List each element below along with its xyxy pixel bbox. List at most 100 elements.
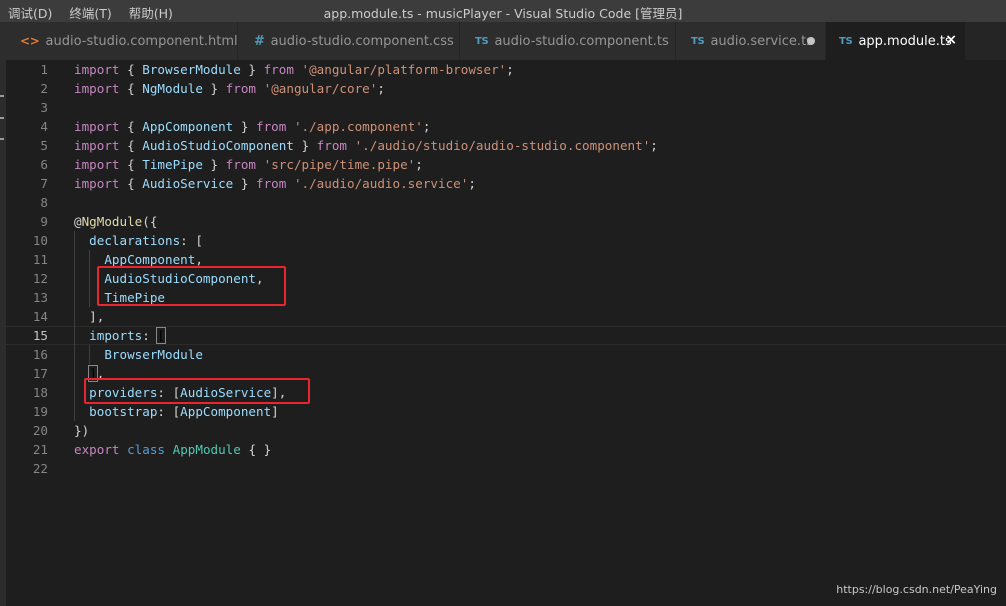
activity-marker (0, 138, 4, 140)
code-token: from (316, 138, 347, 153)
code-token: } (202, 157, 226, 172)
code-text[interactable]: export class AppModule { } (74, 440, 271, 459)
code-text[interactable]: imports: [ (74, 327, 166, 344)
tab-audio-studio-component-css[interactable]: # audio-studio.component.css (238, 22, 460, 60)
code-text[interactable]: BrowserModule (74, 345, 203, 364)
editor-tab-bar: <> audio-studio.component.html # audio-s… (0, 22, 1006, 60)
code-line[interactable]: 14 ], (6, 307, 1006, 326)
unsaved-dot-icon[interactable] (807, 37, 815, 45)
code-token: { (119, 176, 143, 191)
line-number: 12 (32, 271, 48, 286)
code-token: { (119, 81, 143, 96)
code-token: AppComponent (180, 404, 272, 419)
line-number: 14 (32, 309, 48, 324)
code-line[interactable]: 5 import { AudioStudioComponent } from '.… (6, 136, 1006, 155)
close-icon[interactable]: × (945, 32, 957, 48)
watermark: https://blog.csdn.net/PeaYing (836, 583, 997, 596)
code-token: : (142, 328, 158, 343)
indent-guide (74, 231, 75, 421)
code-text[interactable]: import { AudioService } from './audio/au… (74, 174, 476, 193)
css-file-icon: # (254, 33, 265, 49)
code-token: BrowserModule (104, 347, 203, 362)
code-token: TimePipe (142, 157, 203, 172)
code-line[interactable]: 21 export class AppModule { } (6, 440, 1006, 459)
indent-guide (89, 345, 90, 364)
tab-audio-studio-component-ts[interactable]: TS audio-studio.component.ts (460, 22, 676, 60)
code-token: } (233, 176, 256, 191)
tab-label: audio-studio.component.ts (494, 33, 669, 49)
code-text[interactable]: declarations: [ (74, 231, 203, 250)
line-number: 1 (40, 62, 48, 77)
code-token: }) (74, 423, 90, 438)
code-token: from (225, 157, 257, 172)
code-line[interactable]: 9 @NgModule({ (6, 212, 1006, 231)
line-number: 19 (32, 404, 48, 419)
title-bar: 调试(D) 终端(T) 帮助(H) app.module.ts - musicP… (0, 0, 1006, 22)
code-token: ; (506, 62, 514, 77)
code-token: declarations (89, 233, 181, 248)
code-token: ({ (142, 214, 158, 229)
tab-label: app.module.ts (858, 33, 952, 49)
code-text[interactable]: @NgModule({ (74, 212, 157, 231)
code-line[interactable]: 7 import { AudioService } from './audio/a… (6, 174, 1006, 193)
code-editor[interactable]: 22 21 export class AppModule { } 20}) 19 boo… (6, 60, 1006, 606)
code-text[interactable]: import { NgModule } from '@angular/core'… (74, 79, 385, 98)
code-line[interactable]: 1 import { BrowserModule } from '@angular… (6, 60, 1006, 79)
code-line[interactable]: 20}) (6, 421, 1006, 440)
code-line[interactable]: 16 BrowserModule (6, 345, 1006, 364)
line-number: 15 (32, 328, 48, 343)
tab-audio-service-ts[interactable]: TS audio.service.ts (676, 22, 826, 60)
code-token: NgModule (142, 81, 203, 96)
code-token: ; (422, 119, 431, 134)
code-token: : [ (180, 233, 203, 248)
code-text[interactable]: }) (74, 421, 89, 440)
code-token: class (127, 442, 166, 457)
tab-app-module-ts[interactable]: TS app.module.ts × (826, 22, 966, 60)
tab-audio-studio-component-html[interactable]: <> audio-studio.component.html (0, 22, 238, 60)
code-token: ], (74, 309, 105, 324)
typescript-file-icon: TS (691, 35, 705, 47)
code-line[interactable]: 15 imports: [ (6, 326, 1006, 345)
code-line[interactable]: 10 declarations: [ (6, 231, 1006, 250)
tab-label: audio-studio.component.css (270, 33, 454, 49)
line-number: 6 (40, 157, 48, 172)
code-token: import (74, 119, 120, 134)
code-line[interactable]: 8 (6, 193, 1006, 212)
code-token: NgModule (81, 214, 143, 229)
code-line[interactable]: 3 (6, 98, 1006, 117)
code-token: ; (377, 81, 385, 96)
code-token: } (293, 138, 317, 153)
code-text[interactable]: import { AppComponent } from './app.comp… (74, 117, 430, 136)
code-text[interactable]: ], (74, 307, 104, 326)
code-token: AppComponent (104, 252, 196, 267)
code-line[interactable]: 19 bootstrap: [AppComponent] (6, 402, 1006, 421)
code-line[interactable]: 4 import { AppComponent } from './app.com… (6, 117, 1006, 136)
line-number: 16 (32, 347, 48, 362)
code-line[interactable]: 2 import { NgModule } from '@angular/core… (6, 79, 1006, 98)
line-number: 2 (40, 81, 48, 96)
code-line[interactable]: 6 import { TimePipe } from 'src/pipe/time… (6, 155, 1006, 174)
code-text[interactable]: bootstrap: [AppComponent] (74, 402, 279, 421)
tab-label: audio.service.ts (710, 33, 813, 49)
code-token: AppComponent (142, 119, 234, 134)
code-token: } (202, 81, 226, 96)
code-token: @ (74, 214, 82, 229)
line-number: 5 (40, 138, 48, 153)
code-token: import (74, 157, 120, 172)
code-token: './audio/audio.service' (293, 176, 469, 191)
code-token: ; (468, 176, 476, 191)
code-text[interactable]: import { AudioStudioComponent } from './… (74, 136, 658, 155)
code-line[interactable]: 22 (6, 459, 1006, 478)
tab-label: audio-studio.component.html (45, 33, 238, 49)
code-text[interactable]: import { BrowserModule } from '@angular/… (74, 60, 514, 79)
code-text[interactable]: import { TimePipe } from 'src/pipe/time.… (74, 155, 423, 174)
code-token: from (263, 62, 294, 77)
code-token: [ (156, 327, 166, 344)
